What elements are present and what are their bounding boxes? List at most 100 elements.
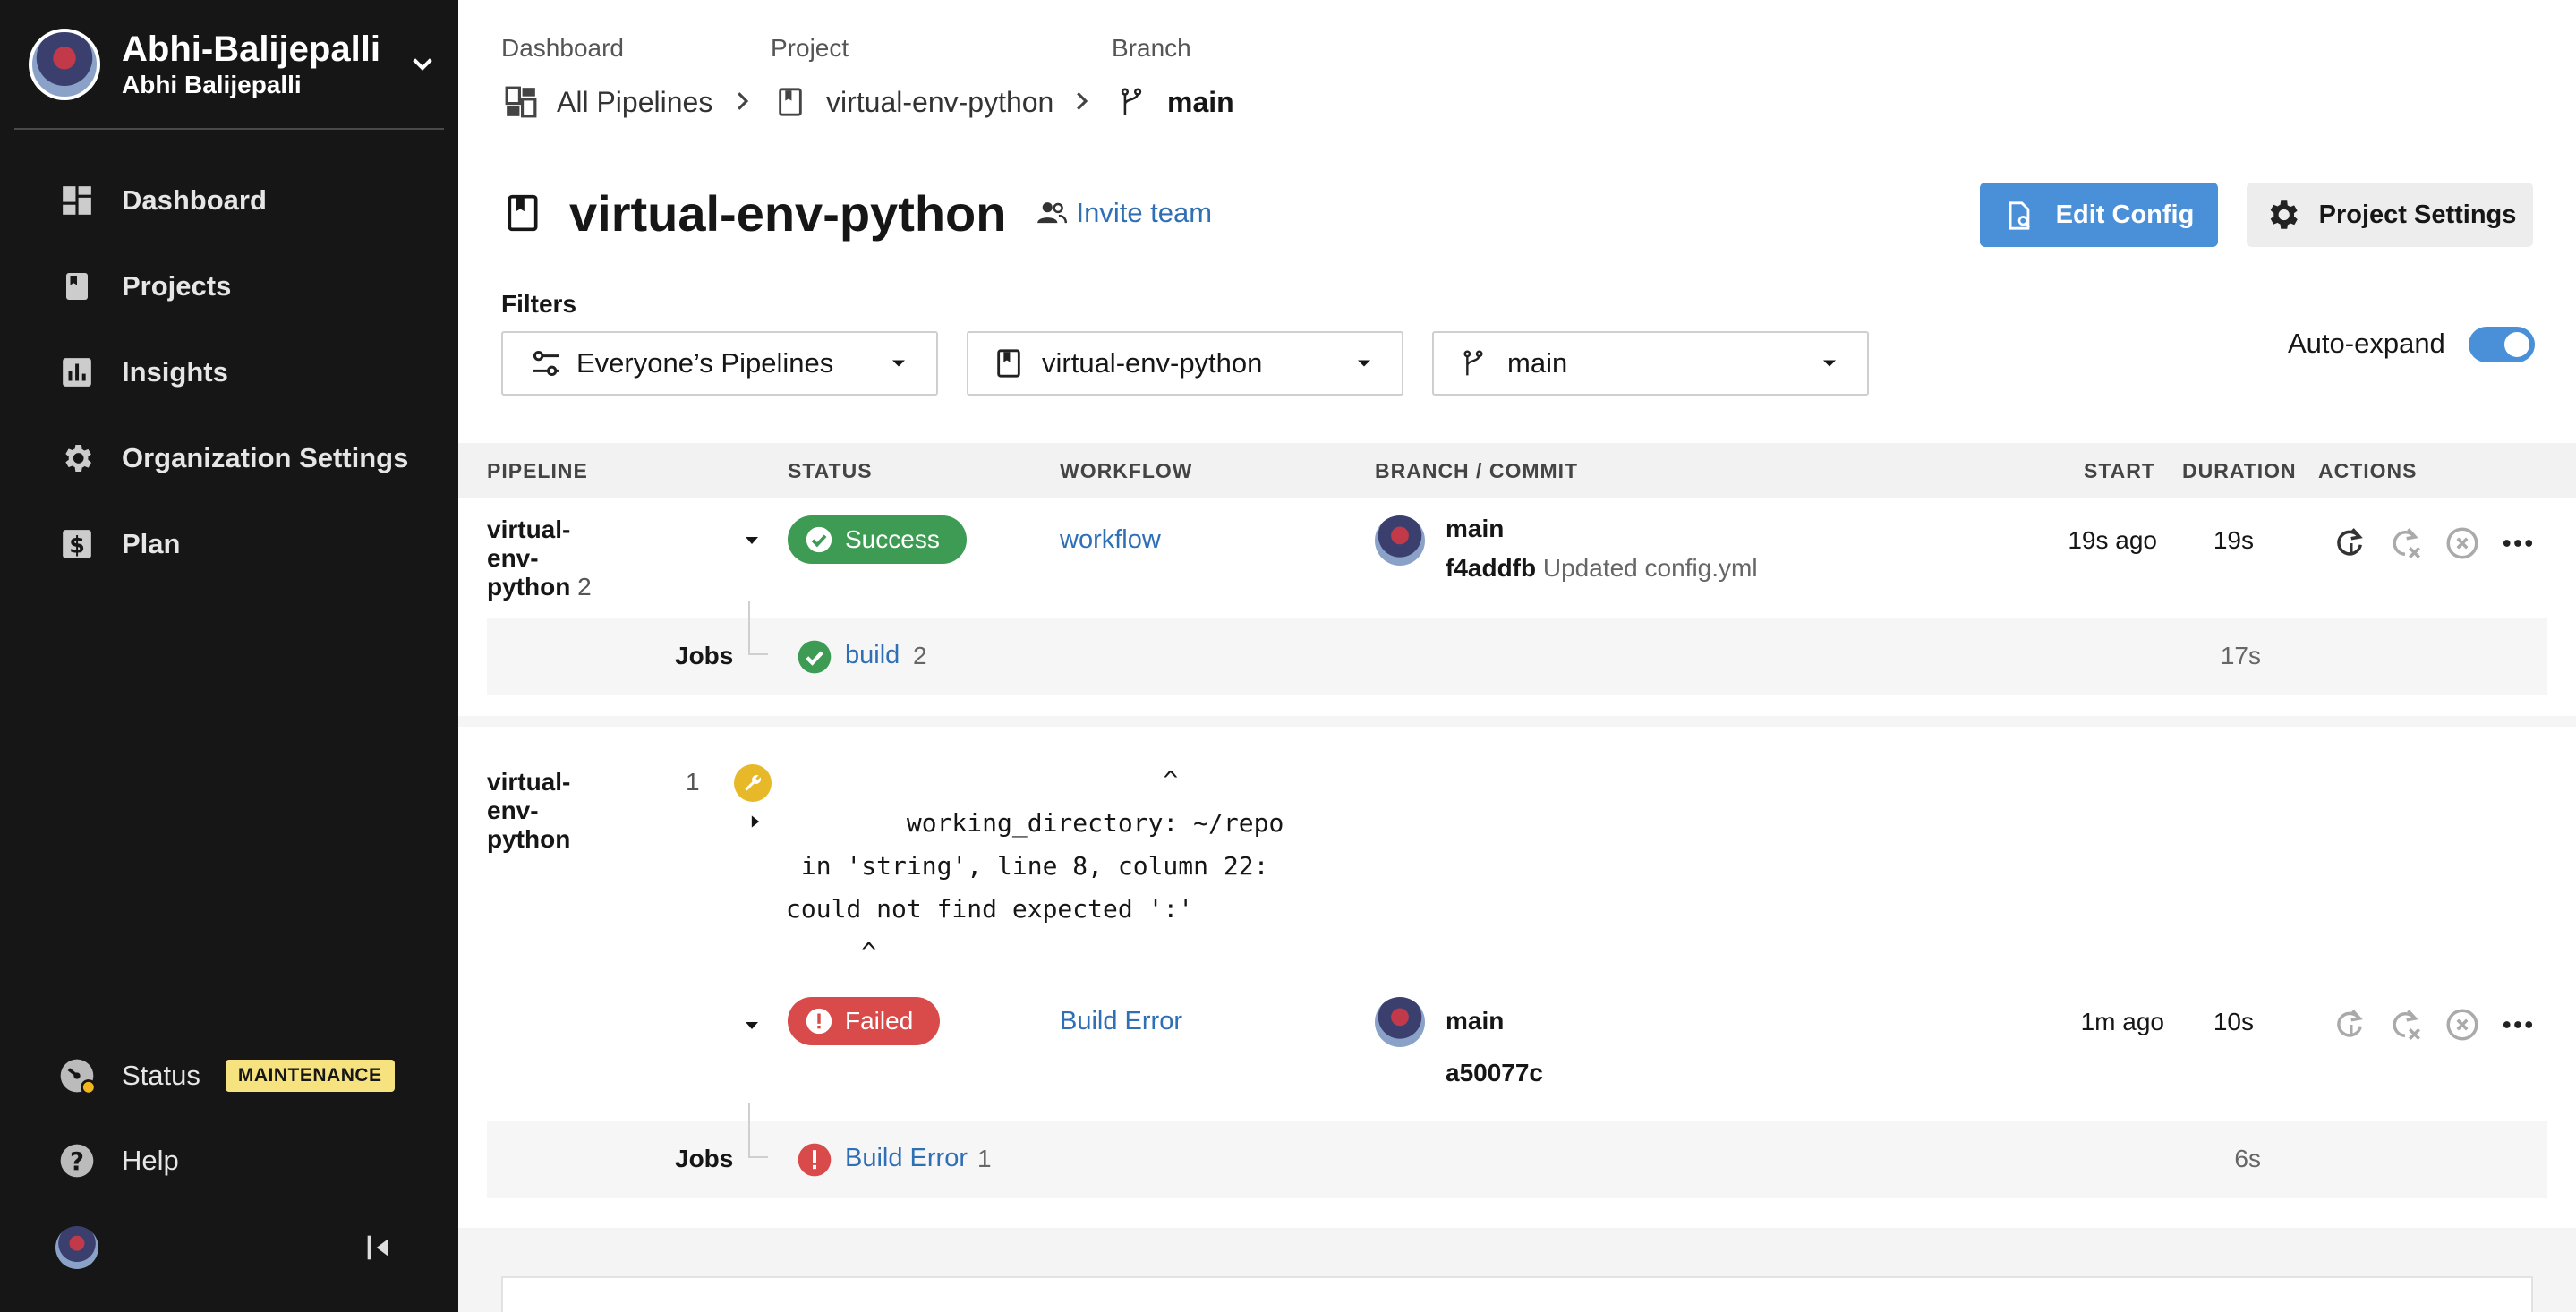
caret-down-icon xyxy=(886,351,911,376)
user-avatar[interactable] xyxy=(55,1226,98,1269)
rerun-icon[interactable] xyxy=(2331,1006,2368,1044)
sidebar-item-insights[interactable]: Insights xyxy=(57,345,228,399)
dashboard-icon xyxy=(501,82,541,122)
rerun-failed-icon[interactable] xyxy=(2386,1006,2424,1044)
duration: 10s xyxy=(2213,1008,2254,1035)
job-duration: 17s xyxy=(2220,642,2261,669)
more-options-icon[interactable] xyxy=(2499,1006,2537,1044)
alert-circle-icon xyxy=(797,1142,832,1178)
help-label: Help xyxy=(122,1145,179,1176)
project-filter-select[interactable]: virtual-env-python xyxy=(967,331,1403,396)
breadcrumb-text: main xyxy=(1167,85,1234,118)
status-label: Status xyxy=(122,1060,200,1091)
toggle-knob xyxy=(2504,332,2529,357)
page-title: virtual-env-python xyxy=(569,184,1007,242)
pipelines-filter-select[interactable]: Everyone’s Pipelines xyxy=(501,331,938,396)
sidebar-item-organization-settings[interactable]: Organization Settings xyxy=(57,431,408,485)
people-icon xyxy=(1035,196,1069,230)
edit-file-icon xyxy=(2004,198,2038,232)
sidebar-item-label: Organization Settings xyxy=(122,442,409,473)
filters-label: Filters xyxy=(501,290,577,318)
account-name: Abhi-Balijepalli xyxy=(122,30,380,69)
status-badge[interactable]: Failed xyxy=(788,997,941,1045)
pipelines-filter-value: Everyone’s Pipelines xyxy=(576,347,834,379)
sidebar-item-dashboard[interactable]: Dashboard xyxy=(57,174,267,227)
sidebar-item-label: Insights xyxy=(122,356,228,388)
sidebar-item-help[interactable]: ? Help xyxy=(57,1134,179,1188)
job-number: 2 xyxy=(913,642,927,669)
avatar xyxy=(29,29,100,100)
check-circle-icon xyxy=(804,524,834,555)
row-separator xyxy=(458,716,2576,727)
account-subname: Abhi Balijepalli xyxy=(122,71,302,98)
expand-caret-icon[interactable] xyxy=(741,530,763,551)
rerun-icon[interactable] xyxy=(2331,524,2368,562)
pipeline-name[interactable]: virtual-env-python 2 xyxy=(487,515,621,601)
svg-text:$: $ xyxy=(69,532,85,558)
status-badge[interactable]: Success xyxy=(788,515,967,564)
sidebar-item-projects[interactable]: Projects xyxy=(57,260,231,313)
more-options-icon[interactable] xyxy=(2499,524,2537,562)
breadcrumb-project-label: Project xyxy=(771,34,849,62)
branch-filter-value: main xyxy=(1507,347,1568,379)
commit-hash: f4addfb xyxy=(1446,554,1537,582)
column-header: PIPELINE xyxy=(487,459,588,482)
main-content: Dashboard Project Branch All Pipelines v… xyxy=(458,0,2576,1312)
dollar-icon: $ xyxy=(57,524,97,564)
expand-error-icon[interactable] xyxy=(746,813,764,831)
breadcrumb-branch-label: Branch xyxy=(1112,34,1191,62)
start-time: 19s ago xyxy=(2068,526,2157,554)
workflow-link[interactable]: workflow xyxy=(1060,525,1161,555)
breadcrumb-all-pipelines[interactable]: All Pipelines xyxy=(501,79,712,125)
rerun-failed-icon[interactable] xyxy=(2386,524,2424,562)
edit-config-button[interactable]: Edit Config xyxy=(1980,183,2218,247)
gear-icon xyxy=(57,439,97,478)
auto-expand-label: Auto-expand xyxy=(2288,328,2445,359)
workflow-link[interactable]: Build Error xyxy=(1060,1007,1182,1036)
chevron-down-icon[interactable] xyxy=(405,47,440,82)
table-header: PIPELINE STATUS WORKFLOW BRANCH / COMMIT… xyxy=(458,443,2576,498)
sidebar-item-plan[interactable]: $ Plan xyxy=(57,517,180,571)
branch-filter-select[interactable]: main xyxy=(1432,331,1869,396)
sidebar-item-label: Dashboard xyxy=(122,184,267,216)
project-bookmark-icon xyxy=(503,190,550,236)
expand-caret-icon[interactable] xyxy=(741,1015,763,1036)
auto-expand-toggle[interactable] xyxy=(2469,327,2535,362)
commit-info[interactable]: f4addfb Updated config.yml xyxy=(1446,554,1758,583)
column-header: START xyxy=(2084,459,2155,482)
collapse-sidebar-icon[interactable] xyxy=(362,1230,397,1265)
projects-icon xyxy=(57,267,97,306)
jobs-label: Jobs xyxy=(675,1145,734,1172)
svg-text:?: ? xyxy=(70,1147,84,1176)
avatar xyxy=(1375,997,1425,1047)
edit-config-label: Edit Config xyxy=(2055,200,2195,229)
job-link[interactable]: build xyxy=(845,641,900,670)
column-header: DURATION xyxy=(2182,459,2297,482)
breadcrumb-project[interactable]: virtual-env-python xyxy=(771,79,1053,125)
project-bookmark-icon xyxy=(994,345,1029,381)
branch-name[interactable]: main xyxy=(1446,1007,1504,1035)
cancel-icon[interactable] xyxy=(2444,524,2481,562)
breadcrumb-branch[interactable]: main xyxy=(1112,79,1234,125)
filter-sliders-icon xyxy=(528,345,564,381)
cancel-icon[interactable] xyxy=(2444,1006,2481,1044)
tree-connector xyxy=(748,1103,768,1158)
commit-hash[interactable]: a50077c xyxy=(1446,1059,1543,1087)
project-settings-label: Project Settings xyxy=(2318,200,2517,229)
sidebar-item-status[interactable]: Status MAINTENANCE xyxy=(57,1049,395,1103)
next-card xyxy=(501,1276,2533,1312)
page-header: virtual-env-python Invite team xyxy=(503,179,1212,247)
wrench-icon xyxy=(734,764,772,802)
account-switcher[interactable]: Abhi-Balijepalli Abhi Balijepalli xyxy=(29,23,440,106)
pipeline-name[interactable]: virtual-env-python xyxy=(487,768,621,854)
invite-team-link[interactable]: Invite team xyxy=(1035,196,1212,230)
invite-team-label: Invite team xyxy=(1076,197,1213,228)
duration: 19s xyxy=(2213,526,2254,554)
sidebar: Abhi-Balijepalli Abhi Balijepalli Dashbo… xyxy=(0,0,458,1312)
status-badge: MAINTENANCE xyxy=(225,1060,395,1092)
project-settings-button[interactable]: Project Settings xyxy=(2247,183,2533,247)
branch-name[interactable]: main xyxy=(1446,515,1504,543)
column-header: STATUS xyxy=(788,459,873,482)
job-link[interactable]: Build Error xyxy=(845,1144,968,1173)
chevron-right-icon xyxy=(1068,88,1095,115)
